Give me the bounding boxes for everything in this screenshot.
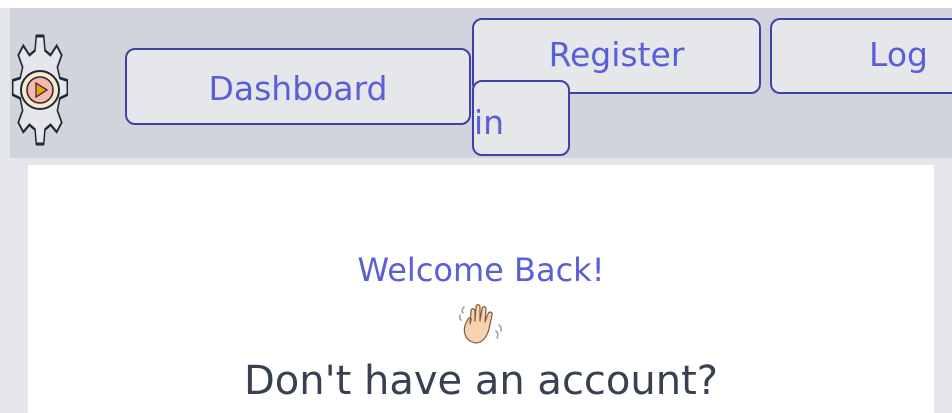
login-label-line2: in [474, 103, 505, 142]
gear-play-icon[interactable] [11, 24, 69, 156]
login-label-line1: Log [869, 35, 928, 74]
login-card: Welcome Back! Don't have an account? [28, 165, 934, 413]
dashboard-label: Dashboard [208, 69, 388, 108]
register-label: Register [548, 35, 685, 74]
navbar: Dashboard Register Log in [10, 8, 952, 158]
waving-hand-icon [458, 304, 502, 344]
login-button[interactable]: Log [770, 18, 952, 94]
welcome-title: Welcome Back! [357, 251, 605, 289]
login-button-wrap[interactable]: in [472, 80, 570, 156]
dashboard-button[interactable]: Dashboard [125, 48, 471, 125]
app-frame: Dashboard Register Log in Welcome Back! … [0, 0, 952, 413]
top-strip [0, 0, 952, 8]
signup-prompt: Don't have an account? [243, 358, 719, 404]
